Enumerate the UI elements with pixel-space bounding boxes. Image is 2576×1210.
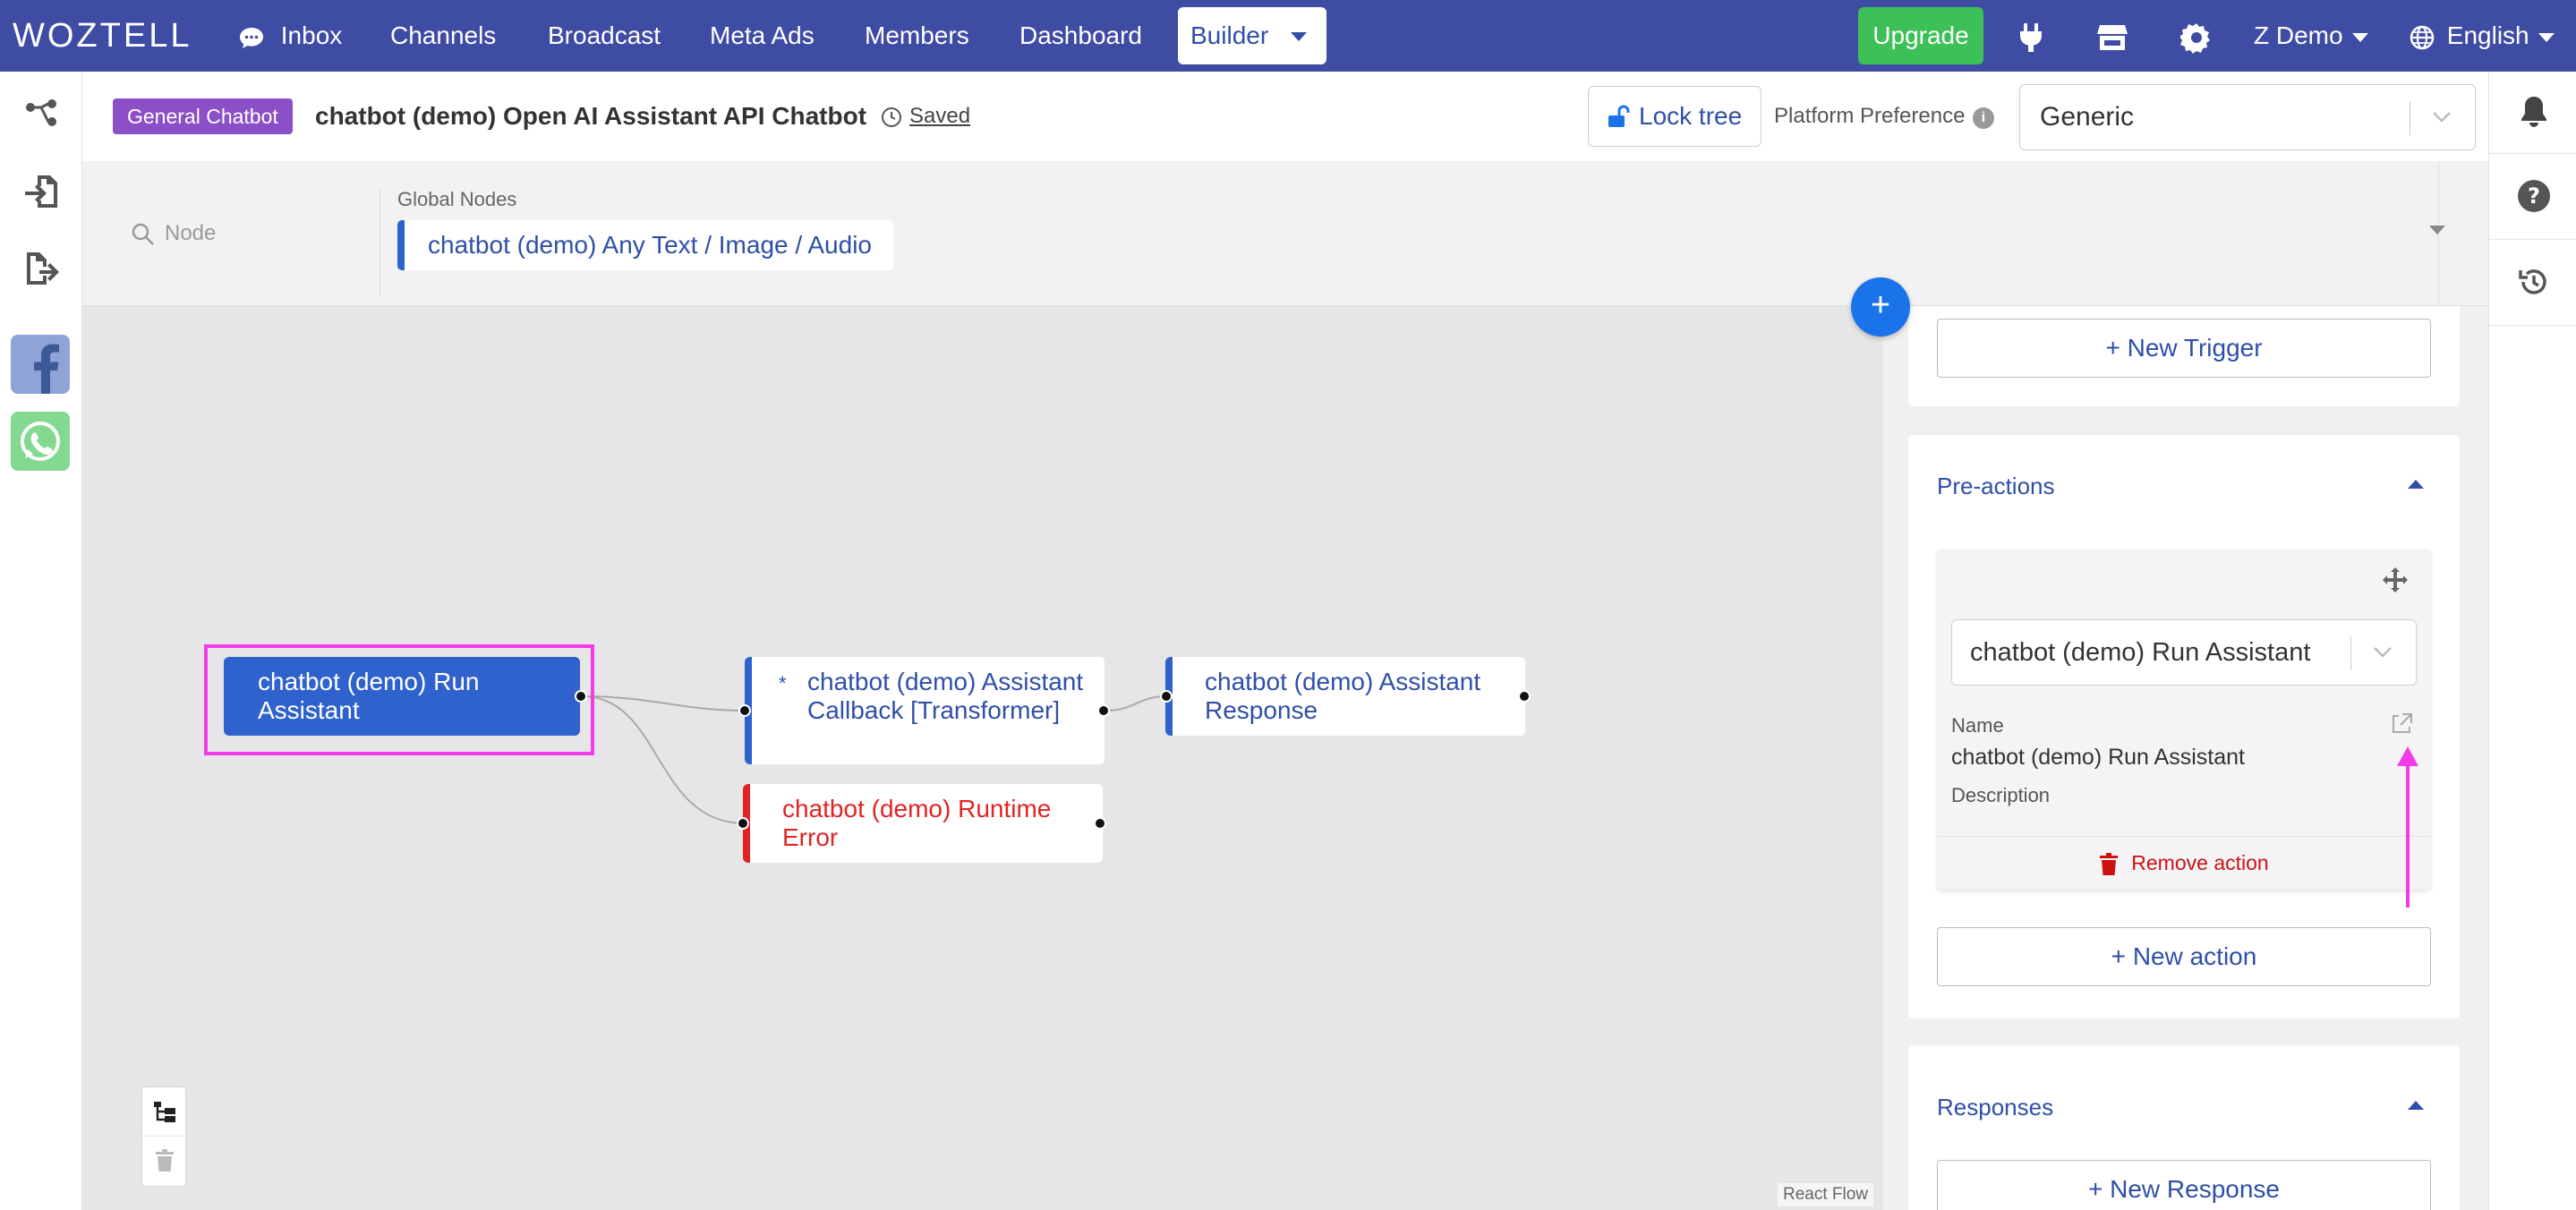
remove-action-label: Remove action <box>2131 851 2269 874</box>
plus-icon: + <box>2087 1175 2111 1203</box>
responses-card: Responses + New Response <box>1908 1045 2460 1210</box>
tree-layout-icon <box>154 1102 175 1122</box>
plus-icon: + <box>2105 334 2128 362</box>
remove-action-button[interactable]: Remove action <box>1937 836 2431 890</box>
new-action-label: New action <box>2132 942 2257 970</box>
trash-icon <box>2100 852 2119 875</box>
node-run-assistant[interactable]: chatbot (demo) Run Assistant <box>224 657 580 736</box>
caret-up-icon[interactable] <box>2408 1101 2424 1110</box>
select-separator <box>2350 636 2351 670</box>
move-icon[interactable] <box>2381 566 2410 594</box>
node-handle[interactable] <box>1097 704 1110 717</box>
plus-icon: + <box>2111 942 2133 970</box>
node-runtime-error[interactable]: chatbot (demo) Runtime Error <box>743 784 1103 863</box>
chevron-down-icon <box>2374 647 2392 658</box>
canvas-controls <box>141 1086 186 1187</box>
node-assistant-callback-label: chatbot (demo) Assistant Callback [Trans… <box>807 668 1084 724</box>
edge-callback-to-response <box>1104 695 1168 712</box>
preactions-card: Pre-actions chatbot (demo) Run Assistant… <box>1908 435 2460 1018</box>
node-handle[interactable] <box>1094 817 1106 830</box>
node-handle[interactable] <box>1518 690 1531 703</box>
preactions-title[interactable]: Pre-actions <box>1937 473 2055 500</box>
delete-node-button[interactable] <box>142 1137 185 1186</box>
triggers-card: + New Trigger <box>1908 306 2460 406</box>
annotation-arrow <box>2397 746 2418 908</box>
external-link-icon[interactable] <box>2390 712 2413 736</box>
node-handle[interactable] <box>575 690 587 703</box>
node-assistant-callback[interactable]: * chatbot (demo) Assistant Callback [Tra… <box>745 657 1105 764</box>
start-marker: * <box>779 672 787 694</box>
new-response-button[interactable]: + New Response <box>1937 1160 2431 1210</box>
node-handle[interactable] <box>1160 690 1173 703</box>
edge-run-to-callback <box>581 695 747 712</box>
react-flow-attribution[interactable]: React Flow <box>1778 1183 1874 1206</box>
layout-tree-button[interactable] <box>142 1087 185 1137</box>
node-handle[interactable] <box>738 704 751 717</box>
node-handle[interactable] <box>737 817 749 830</box>
action-select[interactable]: chatbot (demo) Run Assistant <box>1951 619 2417 686</box>
responses-title[interactable]: Responses <box>1937 1094 2053 1121</box>
new-action-button[interactable]: + New action <box>1937 927 2431 986</box>
new-trigger-label: New Trigger <box>2127 334 2263 362</box>
trash-icon <box>156 1149 174 1172</box>
preaction-item: chatbot (demo) Run Assistant Name chatbo… <box>1937 550 2431 890</box>
name-label: Name <box>1951 714 2004 737</box>
edge-run-to-error <box>581 695 746 824</box>
add-node-button[interactable]: + <box>1851 277 1910 337</box>
name-value: chatbot (demo) Run Assistant <box>1951 745 2245 770</box>
caret-up-icon[interactable] <box>2408 480 2424 489</box>
node-assistant-response[interactable]: chatbot (demo) Assistant Response <box>1165 657 1525 736</box>
new-response-label: New Response <box>2110 1175 2280 1203</box>
new-trigger-button[interactable]: + New Trigger <box>1937 319 2431 378</box>
description-label: Description <box>1951 784 2051 806</box>
action-select-value: chatbot (demo) Run Assistant <box>1970 638 2311 667</box>
